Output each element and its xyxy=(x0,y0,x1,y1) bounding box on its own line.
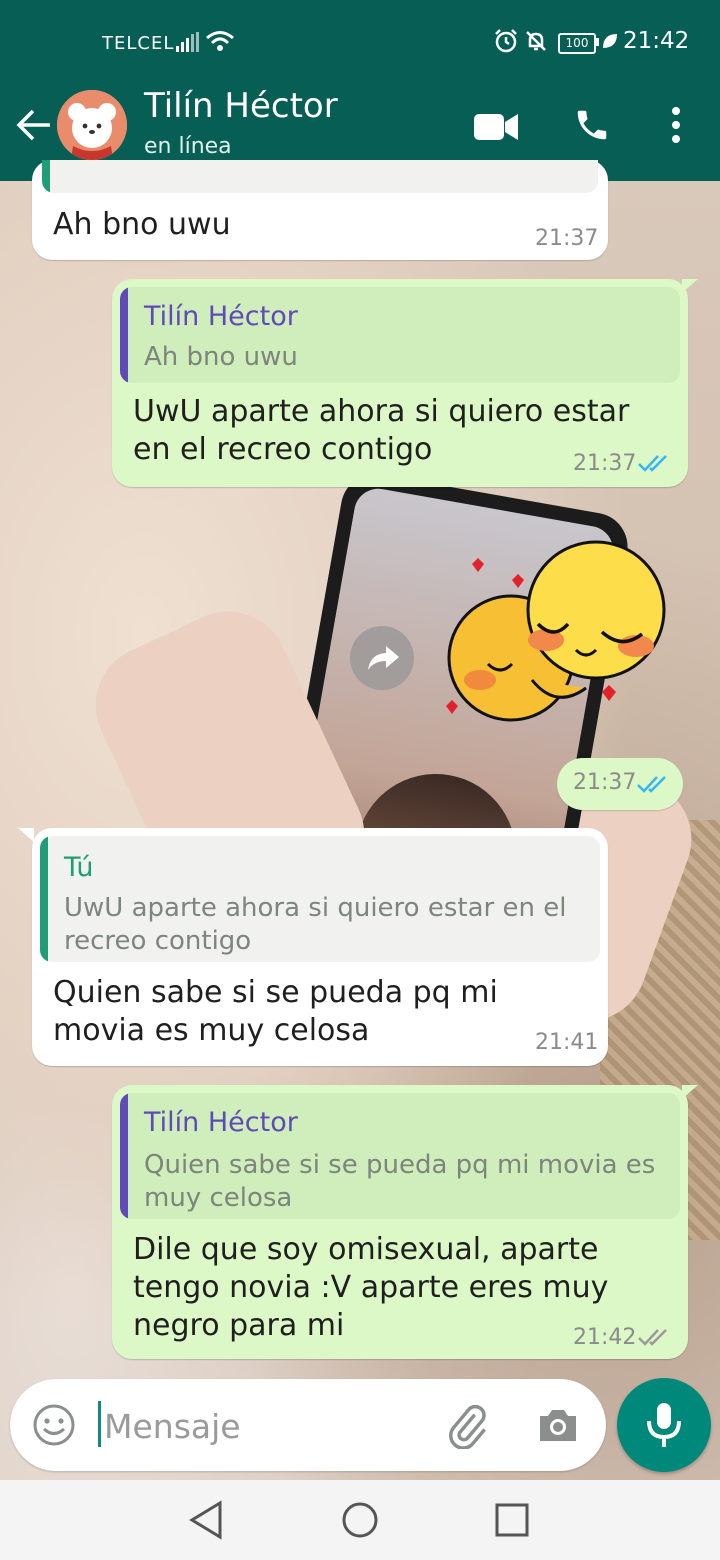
double-check-icon xyxy=(638,455,667,472)
video-call-icon[interactable] xyxy=(474,112,518,142)
carrier-label: TELCEL xyxy=(102,33,175,54)
leaf-icon xyxy=(603,34,617,48)
forward-button[interactable] xyxy=(350,626,414,690)
quote-text: Quien sabe si se pueda pq mi movia es mu… xyxy=(144,1150,656,1213)
quote-author: Tilín Héctor xyxy=(144,1107,298,1138)
double-check-icon xyxy=(637,776,666,793)
emoji-icon[interactable] xyxy=(32,1403,76,1447)
double-check-icon xyxy=(638,1329,667,1346)
message-outgoing[interactable]: Tilín Héctor Ah bno uwu UwU aparte ahora… xyxy=(112,279,698,487)
quote-preview[interactable]: Tilín Héctor Quien sabe si se pueda pq m… xyxy=(120,1093,680,1219)
bear-avatar-image xyxy=(57,90,127,160)
text-caret xyxy=(98,1401,101,1447)
message-text: Ah bno uwu xyxy=(53,207,231,242)
quote-text: Ah bno uwu xyxy=(144,342,298,372)
status-time: 21:42 xyxy=(623,28,690,54)
message-time: 21:37 xyxy=(573,770,637,795)
message-text: Quien sabe si se pueda pq mi movia es mu… xyxy=(53,975,498,1048)
contact-name[interactable]: Tilín Héctor xyxy=(144,86,338,126)
message-outgoing[interactable]: Tilín Héctor Quien sabe si se pueda pq m… xyxy=(112,1085,698,1359)
message-incoming[interactable]: Tú UwU aparte ahora si quiero estar en e… xyxy=(18,828,608,1066)
alarm-icon xyxy=(495,29,517,53)
message-composer xyxy=(10,1379,606,1471)
system-nav-bar xyxy=(0,1480,720,1560)
back-arrow-icon[interactable] xyxy=(16,108,52,142)
mic-icon xyxy=(647,1403,681,1447)
nav-home-icon[interactable] xyxy=(340,1500,380,1540)
status-bar: TELCEL 100 21:42 xyxy=(0,0,720,84)
contact-avatar[interactable] xyxy=(57,90,127,160)
battery-indicator: 100 xyxy=(558,33,596,54)
message-input[interactable] xyxy=(102,1395,406,1457)
mute-icon xyxy=(526,31,546,51)
forward-icon xyxy=(368,646,399,670)
more-vert-icon[interactable] xyxy=(668,106,684,144)
quote-preview xyxy=(42,160,598,193)
message-time: 21:37 xyxy=(535,226,599,251)
sticker-time-pill: 21:37 xyxy=(557,758,683,810)
quote-author: Tilín Héctor xyxy=(144,301,298,332)
voice-call-icon[interactable] xyxy=(573,106,611,144)
nav-back-icon[interactable] xyxy=(188,1500,224,1540)
quote-preview[interactable]: Tú UwU aparte ahora si quiero estar en e… xyxy=(40,836,600,962)
message-time: 21:42 xyxy=(573,1325,637,1350)
sticker-image[interactable] xyxy=(436,540,696,730)
camera-icon[interactable] xyxy=(536,1403,580,1447)
message-time: 21:37 xyxy=(573,451,637,476)
quote-author: Tú xyxy=(64,852,94,883)
message-time: 21:41 xyxy=(535,1030,599,1055)
wifi-icon xyxy=(206,31,234,51)
nav-recents-icon[interactable] xyxy=(494,1500,530,1540)
quote-preview[interactable]: Tilín Héctor Ah bno uwu xyxy=(120,287,680,383)
contact-status: en línea xyxy=(144,134,232,159)
message-incoming[interactable]: Ah bno uwu 21:37 xyxy=(32,160,608,260)
chat-header: TELCEL 100 21:42 Tilín Héctor en línea xyxy=(0,0,720,181)
attach-clip-icon[interactable] xyxy=(444,1403,490,1449)
voice-record-button[interactable] xyxy=(617,1378,711,1472)
quote-text: UwU aparte ahora si quiero estar en el r… xyxy=(64,893,567,956)
signal-icon xyxy=(176,32,199,52)
